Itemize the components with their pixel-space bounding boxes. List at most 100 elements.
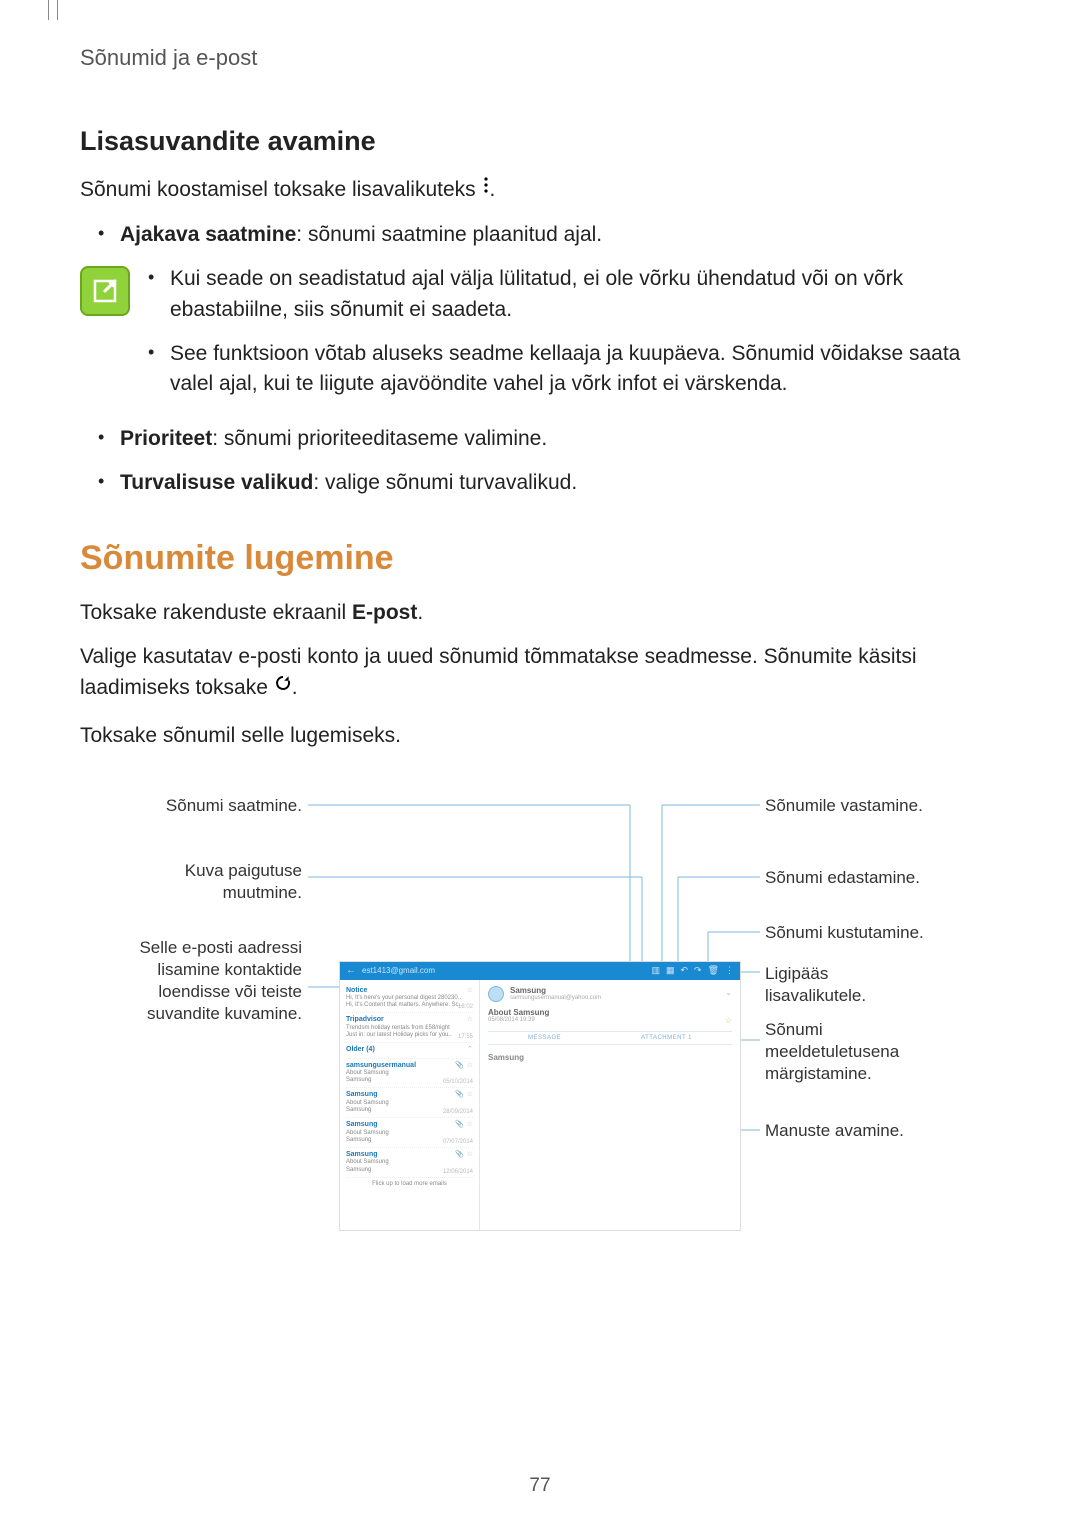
- compose-icon[interactable]: ▥: [651, 965, 660, 976]
- sec-p1-bold: E-post: [352, 601, 417, 624]
- li-title: Samsung: [346, 1151, 473, 1159]
- li-title: Notice: [346, 987, 473, 995]
- callout-right-6: Manuste avamine.: [765, 1120, 904, 1142]
- list-item[interactable]: Samsung About Samsung Samsung 📎☆ 07/07/2…: [346, 1118, 473, 1148]
- li-line: About Samsung: [346, 1159, 473, 1166]
- callout-left-3d: suvandite kuvamine.: [147, 1004, 302, 1023]
- ss-from[interactable]: Samsung samsungusermanual@yahoo.com: [488, 986, 732, 1002]
- callout-left-3a: Selle e-posti aadressi: [139, 938, 302, 957]
- star-icon[interactable]: ☆: [467, 1061, 473, 1069]
- callout-right-4b: lisavalikutele.: [765, 986, 866, 1005]
- star-icon[interactable]: ☆: [467, 1090, 473, 1098]
- attach-icon: 📎: [455, 1150, 464, 1158]
- diagram: Sõnumi saatmine. Kuva paigutuse muutmine…: [80, 772, 1000, 1252]
- intro-text-a: Sõnumi koostamisel toksake lisavalikutek…: [80, 178, 482, 201]
- li-date: 28/09/2014: [443, 1109, 473, 1115]
- callout-left-2b: muutmine.: [223, 883, 302, 902]
- li-time: 18:02: [458, 1004, 473, 1010]
- back-icon[interactable]: ←: [346, 965, 356, 976]
- li-line: Hi, It's Content that matters. Anywhere.…: [346, 1002, 473, 1009]
- avatar: [488, 986, 504, 1002]
- note-item-1: Kui seade on seadistatud ajal välja lüli…: [142, 264, 1000, 325]
- star-icon[interactable]: ☆: [467, 1150, 473, 1158]
- subject-meta: 05/08/2014 19:39: [488, 1017, 732, 1023]
- list-item[interactable]: Samsung About Samsung Samsung 📎☆ 12/06/2…: [346, 1148, 473, 1178]
- ss-toolbar: ▥ ▦ ↶ ↷ 🗑 ⋮: [651, 965, 734, 976]
- from-addr: samsungusermanual@yahoo.com: [510, 995, 601, 1001]
- li-title: Samsung: [346, 1091, 473, 1099]
- attach-icon: 📎: [455, 1090, 464, 1098]
- li-line: Just in: our latest Holiday picks for yo…: [346, 1032, 473, 1039]
- li-date: 07/07/2014: [443, 1139, 473, 1145]
- email-app-screenshot: ← est1413@gmail.com ▥ ▦ ↶ ↷ 🗑 ⋮ Notice H…: [340, 962, 740, 1230]
- star-icon[interactable]: ☆: [467, 986, 473, 994]
- list-date-group: Older (4) ⌃: [346, 1043, 473, 1058]
- delete-icon[interactable]: 🗑: [708, 965, 719, 976]
- sec-p2: Valige kasutatav e-posti konto ja uued s…: [80, 642, 1000, 703]
- li-line: About Samsung: [346, 1100, 473, 1107]
- subject: About Samsung: [488, 1008, 732, 1017]
- callout-right-4: Ligipääs lisavalikutele.: [765, 963, 866, 1007]
- callout-right-5: Sõnumi meeldetuletusena märgistamine.: [765, 1019, 899, 1085]
- sec-p1: Toksake rakenduste ekraanil E-post.: [80, 598, 1000, 628]
- forward-icon[interactable]: ↷: [694, 965, 702, 976]
- callout-left-1: Sõnumi saatmine.: [80, 795, 302, 817]
- list-item[interactable]: Samsung About Samsung Samsung 📎☆ 28/09/2…: [346, 1088, 473, 1118]
- bullet-ajakava-label: Ajakava saatmine: [120, 223, 296, 246]
- li-date: 12/06/2014: [443, 1169, 473, 1175]
- li-group: Older (4): [346, 1046, 473, 1054]
- callout-left-2: Kuva paigutuse muutmine.: [80, 860, 302, 904]
- callout-left-3c: loendisse või teiste: [158, 982, 302, 1001]
- bullet-prioriteet-text: : sõnumi prioriteeditaseme valimine.: [212, 427, 547, 450]
- callout-right-3: Sõnumi kustutamine.: [765, 922, 924, 944]
- list-item[interactable]: samsungusermanual About Samsung Samsung …: [346, 1059, 473, 1089]
- bullet-ajakava: Ajakava saatmine: sõnumi saatmine plaani…: [80, 220, 1000, 250]
- li-line: Trendsm holiday rentals from £58/night: [346, 1025, 473, 1032]
- intro-paragraph: Sõnumi koostamisel toksake lisavalikutek…: [80, 175, 1000, 206]
- more-icon[interactable]: ⋮: [725, 965, 734, 976]
- star-icon[interactable]: ☆: [467, 1015, 473, 1023]
- list-item[interactable]: Notice Hi, It's here's your personal dig…: [346, 984, 473, 1014]
- callout-right-5b: meeldetuletusena: [765, 1042, 899, 1061]
- ss-message-list: Notice Hi, It's here's your personal dig…: [340, 980, 480, 1230]
- callout-left-3: Selle e-posti aadressi lisamine kontakti…: [80, 937, 302, 1025]
- bullet-turvalisus: Turvalisuse valikud: valige sõnumi turva…: [80, 468, 1000, 498]
- refresh-icon: [274, 671, 292, 701]
- section-title: Sõnumite lugemine: [80, 539, 1000, 578]
- msg-body-from: Samsung: [488, 1053, 732, 1062]
- page-number: 77: [0, 1475, 1080, 1497]
- reply-icon[interactable]: ↶: [680, 965, 688, 976]
- subheading-lisasuvandid: Lisasuvandite avamine: [80, 126, 1000, 157]
- li-line: About Samsung: [346, 1070, 473, 1077]
- from-name: Samsung: [510, 986, 601, 995]
- sec-p1-b: .: [417, 601, 423, 624]
- expand-icon[interactable]: ⌄: [725, 988, 732, 997]
- note-item-2: See funktsioon võtab aluseks seadme kell…: [142, 339, 1000, 400]
- li-title: Tripadvisor: [346, 1016, 473, 1024]
- chevron-up-icon[interactable]: ⌃: [467, 1045, 473, 1053]
- attach-icon: 📎: [455, 1120, 464, 1128]
- tab-attachment[interactable]: ATTACHMENT 1: [641, 1035, 692, 1041]
- list-item[interactable]: Tripadvisor Trendsm holiday rentals from…: [346, 1013, 473, 1043]
- note-icon: [80, 266, 130, 316]
- callout-right-1: Sõnumile vastamine.: [765, 795, 923, 817]
- bullet-ajakava-text: : sõnumi saatmine plaanitud ajal.: [296, 223, 602, 246]
- li-title: Samsung: [346, 1121, 473, 1129]
- ss-message-view: ⌄ Samsung samsungusermanual@yahoo.com Ab…: [480, 980, 740, 1230]
- li-title: samsungusermanual: [346, 1062, 473, 1070]
- star-icon[interactable]: ☆: [467, 1120, 473, 1128]
- tab-message[interactable]: MESSAGE: [528, 1035, 561, 1041]
- flag-star-icon[interactable]: ☆: [725, 1016, 732, 1025]
- layout-icon[interactable]: ▦: [666, 965, 675, 976]
- intro-text-b: .: [490, 178, 496, 201]
- list-footer: Flick up to load more emails: [346, 1178, 473, 1190]
- bullet-turvalisus-text: : valige sõnumi turvavalikud.: [313, 471, 577, 494]
- attach-icon: 📎: [455, 1061, 464, 1069]
- sec-p3: Toksake sõnumil selle lugemiseks.: [80, 721, 1000, 751]
- bullet-prioriteet-label: Prioriteet: [120, 427, 212, 450]
- ss-account: est1413@gmail.com: [362, 966, 435, 975]
- sec-p2-a: Valige kasutatav e-posti konto ja uued s…: [80, 645, 917, 698]
- li-line: Hi, It's here's your personal digest 280…: [346, 995, 473, 1002]
- callout-right-5c: märgistamine.: [765, 1064, 872, 1083]
- callout-right-2: Sõnumi edastamine.: [765, 867, 920, 889]
